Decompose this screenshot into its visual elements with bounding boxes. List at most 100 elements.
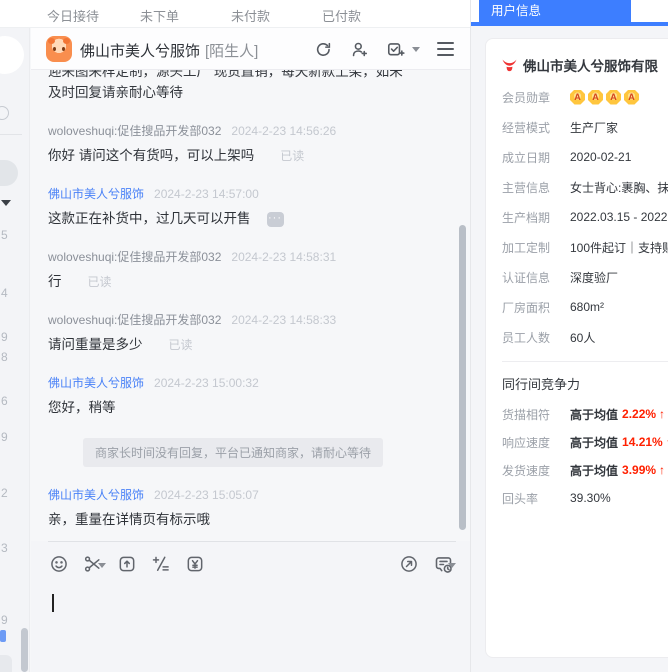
info-row: 加工定制 100件起订｜支持贴 [502, 237, 668, 257]
message-more-button[interactable]: ··· [266, 211, 284, 227]
tab-unpaid[interactable]: 未付款 [231, 6, 270, 25]
message-text: 请问重量是多少 [48, 337, 143, 352]
badge [0, 630, 6, 642]
message: 佛山市美人兮服饰 2024-2-23 15:00:32 您好，稍等 [48, 376, 418, 418]
message-text: 这款正在补货中，过几天可以开售 [48, 211, 251, 226]
metric-label: 货描相符 [502, 407, 551, 422]
message-text: 你好 请问这个有货吗，可以上架吗 [48, 148, 255, 163]
brand-bull-icon [502, 59, 517, 71]
badge [0, 160, 18, 186]
divider [502, 361, 668, 362]
refresh-icon[interactable] [312, 38, 334, 60]
read-receipt: 已读 [87, 275, 112, 289]
sender-name: 佛山市美人兮服饰 [48, 187, 145, 201]
sender-name: 佛山市美人兮服饰 [48, 376, 145, 390]
info-row: 认证信息 深度验厂 [502, 267, 668, 287]
dropdown-caret-icon[interactable] [98, 562, 106, 568]
quote-price-icon[interactable] [150, 553, 172, 575]
row-label: 主营信息 [502, 180, 551, 195]
emoji-icon[interactable] [48, 553, 70, 575]
time-fragment: 9 [1, 613, 8, 627]
time-fragment: 9 [1, 430, 8, 444]
row-value: 2022.03.15 - 2022. [570, 210, 668, 224]
tab-no-order[interactable]: 未下单 [140, 6, 179, 25]
chat-header: 佛山市美人兮服饰 [陌生人] [31, 28, 470, 70]
app-window: 今日接待 未下单 未付款 已付款 5 4 9 8 6 9 2 3 9 佛山市美人… [0, 0, 668, 672]
list-item [0, 655, 12, 672]
row-value: 60人 [570, 330, 596, 345]
message-text: 您好，稍等 [48, 400, 116, 415]
timestamp: 2024-2-23 14:58:31 [231, 250, 337, 264]
top-tab-bar: 今日接待 未下单 未付款 已付款 [0, 0, 470, 28]
tab-paid[interactable]: 已付款 [322, 6, 361, 25]
system-notice-row: 商家长时间没有回复，平台已通知商家，请耐心等待 [48, 438, 418, 467]
row-value: 100件起订｜支持贴 [570, 240, 668, 255]
sender-name: woloveshuqi:促佳搜品开发部032 [48, 313, 222, 327]
message-text: 行 [48, 274, 62, 289]
composer [31, 541, 470, 672]
metric-row: 响应速度 高于均值 14.21% ↑ [502, 434, 668, 450]
file-upload-icon[interactable] [116, 553, 138, 575]
message-text: 亲，重量在详情页有标示哦 [48, 512, 210, 527]
dropdown-caret-icon[interactable] [412, 46, 420, 52]
time-fragment: 8 [1, 350, 8, 364]
message: woloveshuqi:促佳搜品开发部032 2024-2-23 14:58:31… [48, 250, 418, 292]
peer-name: 佛山市美人兮服饰 [80, 43, 201, 60]
timestamp: 2024-2-23 15:00:32 [154, 376, 259, 390]
menu-icon[interactable] [434, 38, 456, 60]
metric-label: 回头率 [502, 491, 539, 506]
row-value: 680m² [570, 300, 605, 314]
peer-avatar [46, 36, 72, 62]
metric-prefix: 高于均值 [570, 435, 619, 450]
timestamp: 2024-2-23 15:05:07 [154, 488, 259, 502]
time-fragment: 9 [1, 330, 8, 344]
row-value: 女士背心:裹胸、抹胸 [570, 180, 668, 195]
metric-prefix: 高于均值 [570, 407, 619, 422]
read-receipt: 已读 [168, 338, 193, 352]
timestamp: 2024-2-23 14:56:26 [231, 124, 337, 138]
row-label: 厂房面积 [502, 300, 551, 315]
row-value: 生产厂家 [570, 120, 619, 135]
read-receipt: 已读 [280, 149, 305, 163]
divider [48, 541, 456, 542]
chat-panel: 佛山市美人兮服饰 [陌生人] 迎来图来样定制，源头工厂 现货直销，每天新款上架，… [31, 28, 470, 672]
medal-icon: A [624, 89, 639, 105]
metric-prefix: 高于均值 [570, 463, 619, 478]
medal-icon: A [606, 89, 621, 105]
time-fragment: 4 [1, 286, 8, 300]
metric-value: 14.21% [622, 435, 663, 449]
metric-value: 39.30% [570, 491, 611, 505]
tab-today-reception[interactable]: 今日接待 [47, 6, 99, 25]
info-row: 员工人数 60人 [502, 327, 668, 347]
metric-row: 回头率 39.30% [502, 490, 668, 506]
metric-value: 2.22% [622, 407, 657, 421]
up-arrow-icon: ↑ [659, 407, 666, 421]
dropdown-caret-icon[interactable] [448, 562, 456, 568]
tab-underline [471, 22, 668, 26]
chat-title: 佛山市美人兮服饰 [陌生人] [80, 40, 258, 61]
tab-user-info[interactable]: 用户信息 [479, 0, 631, 22]
chevron-down-icon [1, 200, 11, 206]
message-input[interactable] [48, 589, 456, 669]
medal-icon: A [570, 89, 585, 105]
forward-icon[interactable] [398, 553, 420, 575]
create-task-icon[interactable] [384, 38, 406, 60]
welcome-message: 迎来图来样定制，源头工厂 现货直销，每天新款上架，如未 及时回复请亲耐心等待 [48, 70, 403, 100]
company-name[interactable]: 佛山市美人兮服饰有限 [523, 55, 658, 75]
list-scrollbar[interactable] [21, 628, 28, 672]
row-label: 成立日期 [502, 150, 551, 165]
time-fragment: 2 [1, 486, 8, 500]
medal-icon: A [588, 89, 603, 105]
info-row: 主营信息 女士背心:裹胸、抹胸 [502, 177, 668, 197]
transaction-icon[interactable] [184, 553, 206, 575]
message-list: 迎来图来样定制，源头工厂 现货直销，每天新款上架，如未 及时回复请亲耐心等待 w… [31, 70, 470, 541]
row-label: 经营模式 [502, 120, 551, 135]
chat-scrollbar[interactable] [459, 225, 466, 530]
metric-label: 响应速度 [502, 435, 551, 450]
row-label: 生产档期 [502, 210, 551, 225]
up-arrow-icon: ↑ [659, 463, 666, 477]
add-contact-icon[interactable] [348, 38, 370, 60]
sender-name: woloveshuqi:促佳搜品开发部032 [48, 124, 222, 138]
conversation-list-clipped: 5 4 9 8 6 9 2 3 9 [0, 28, 30, 672]
company-card: 佛山市美人兮服饰有限 会员勋章 A A A A 经营模式 生产厂家 成立日期 2… [485, 38, 668, 658]
